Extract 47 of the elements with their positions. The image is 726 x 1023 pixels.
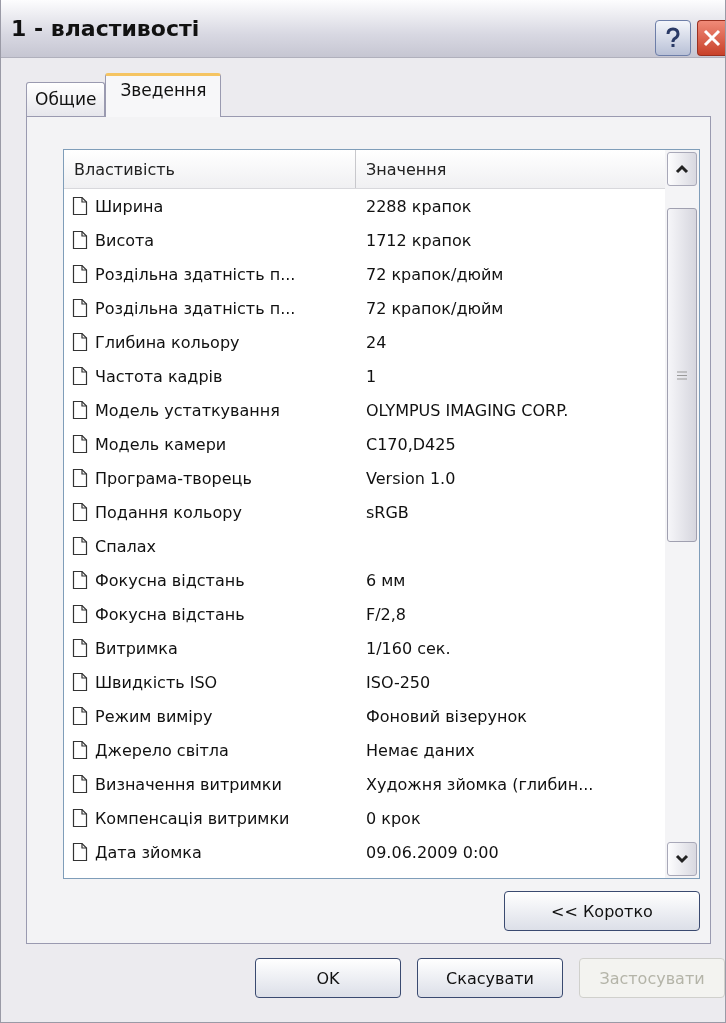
- summary-button[interactable]: << Коротко: [504, 891, 700, 931]
- property-value: 6 мм: [366, 570, 406, 590]
- property-name: Швидкість ISO: [95, 672, 218, 692]
- property-value: OLYMPUS IMAGING CORP.: [366, 400, 569, 420]
- property-name: Спалах: [95, 536, 156, 556]
- property-name: Ширина: [95, 196, 164, 216]
- property-value: 72 крапок/дюйм: [366, 298, 504, 318]
- window-title: 1 - властивості: [11, 16, 200, 41]
- column-header[interactable]: Властивість: [64, 150, 356, 188]
- property-name: Витримка: [95, 638, 178, 658]
- property-name: Модель камери: [95, 434, 227, 454]
- dialog-button[interactable]: OK: [255, 958, 401, 998]
- property-name: Компенсація витримки: [95, 808, 290, 828]
- property-name: Фокусна відстань: [95, 604, 245, 624]
- property-value: 1712 крапок: [366, 230, 472, 250]
- property-name: Визначення витримки: [95, 774, 282, 794]
- property-value: Немає даних: [366, 740, 475, 760]
- property-name: Частота кадрів: [95, 366, 223, 386]
- property-value: F/2,8: [366, 604, 407, 624]
- tab[interactable]: Зведення: [105, 73, 222, 117]
- property-value: C170,D425: [366, 434, 456, 454]
- property-value: 1: [366, 366, 377, 386]
- tab[interactable]: Общие: [26, 82, 106, 116]
- property-name: Режим виміру: [95, 706, 213, 726]
- property-value: 24: [366, 332, 387, 352]
- property-value: 72 крапок/дюйм: [366, 264, 504, 284]
- column-header[interactable]: Значення: [356, 150, 665, 188]
- property-name: Роздільна здатність п...: [95, 298, 296, 318]
- property-name: Подання кольору: [95, 502, 242, 522]
- property-value: 09.06.2009 0:00: [366, 842, 499, 862]
- property-name: Глибина кольору: [95, 332, 240, 352]
- property-value: Художня зйомка (глибин...: [366, 774, 594, 794]
- property-name: Модель устаткування: [95, 400, 280, 420]
- dialog-button[interactable]: Скасувати: [417, 958, 563, 998]
- property-name: Програма-творець: [95, 468, 252, 488]
- property-name: Фокусна відстань: [95, 570, 245, 590]
- property-name: Джерело світла: [95, 740, 229, 760]
- property-value: Фоновий візерунок: [366, 706, 527, 726]
- property-value: 2288 крапок: [366, 196, 472, 216]
- property-name: Висота: [95, 230, 155, 250]
- property-value: 0 крок: [366, 808, 421, 828]
- property-name: Дата зйомка: [95, 842, 202, 862]
- property-value: 1/160 сек.: [366, 638, 451, 658]
- property-value: Version 1.0: [366, 468, 456, 488]
- property-name: Роздільна здатність п...: [95, 264, 296, 284]
- property-value: ISO-250: [366, 672, 431, 692]
- property-value: sRGB: [366, 502, 409, 522]
